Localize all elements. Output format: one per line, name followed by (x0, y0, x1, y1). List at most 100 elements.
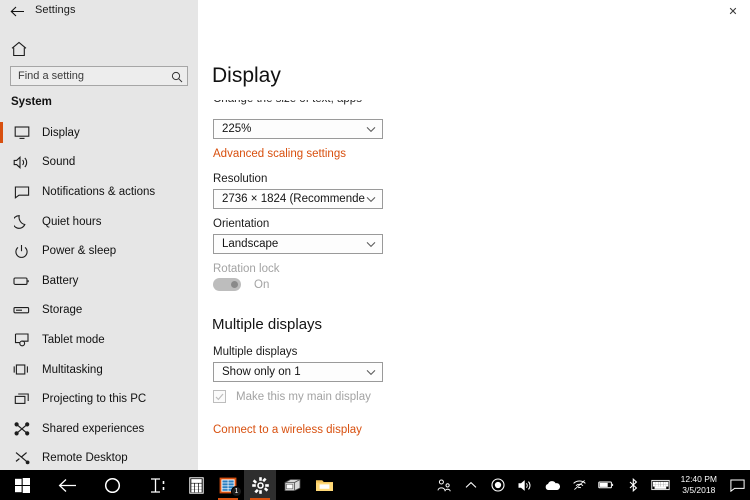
start-button[interactable] (0, 470, 45, 500)
power-icon (12, 242, 31, 261)
selection-accent-bar (0, 388, 3, 409)
selection-accent-bar (0, 448, 3, 469)
rotation-lock-toggle[interactable] (213, 278, 241, 291)
taskbar-app-file-explorer[interactable] (308, 470, 340, 500)
selection-accent-bar (0, 329, 3, 350)
selection-accent-bar (0, 270, 3, 291)
sidebar-item-label: Sound (42, 156, 76, 169)
close-icon[interactable]: ✕ (720, 1, 746, 21)
sidebar-item-projecting-to-this-pc[interactable]: Projecting to this PC (0, 384, 198, 414)
sidebar-item-multitasking[interactable]: Multitasking (0, 355, 198, 385)
search-input[interactable] (10, 66, 188, 86)
taskbar-app-badge: 1 (231, 486, 242, 497)
multiple-displays-heading: Multiple displays (212, 316, 323, 333)
selection-accent-bar (0, 300, 3, 321)
settings-window: Settings ✕ System (0, 0, 750, 470)
sidebar-item-label: Power & sleep (42, 245, 117, 258)
sidebar-item-sound[interactable]: Sound (0, 148, 198, 178)
scale-dropdown[interactable]: 225% (213, 119, 383, 139)
scale-label-text: Change the size of text, apps (213, 100, 383, 105)
search-box[interactable] (10, 66, 188, 86)
resolution-label: Resolution (213, 173, 268, 185)
remote-desktop-icon (12, 449, 31, 468)
main-display-checkbox[interactable] (213, 390, 226, 403)
home-icon[interactable] (9, 39, 29, 59)
task-view-icon[interactable] (135, 470, 180, 500)
toggle-knob (231, 281, 238, 288)
selection-accent-bar (0, 211, 3, 232)
system-tray: 12:40 PM 3/5/2018 (431, 470, 750, 500)
people-icon[interactable] (431, 470, 458, 500)
sidebar-item-label: Shared experiences (42, 422, 145, 435)
taskbar-back-button[interactable] (45, 470, 90, 500)
sidebar-item-label: Remote Desktop (42, 452, 128, 465)
main-display-checkbox-label: Make this my main display (236, 390, 371, 403)
tablet-icon (12, 330, 31, 349)
monitor-icon (12, 123, 31, 142)
multiple-displays-value: Show only on 1 (222, 366, 301, 378)
screen: Settings ✕ System (0, 0, 750, 500)
window-title: Settings (35, 4, 76, 16)
action-center-icon[interactable] (724, 470, 750, 500)
search-icon (171, 70, 183, 83)
content-pane: Display Change the size of text, apps 22… (198, 22, 750, 470)
selection-accent-bar (0, 181, 3, 202)
main-display-checkbox-row[interactable]: Make this my main display (213, 390, 371, 403)
back-button[interactable] (6, 2, 28, 20)
sidebar: System Display (0, 22, 198, 470)
battery-icon[interactable] (593, 470, 620, 500)
sidebar-group-title: System (11, 96, 52, 108)
sidebar-item-label: Battery (42, 274, 79, 287)
sidebar-item-storage[interactable]: Storage (0, 296, 198, 326)
record-icon[interactable] (485, 470, 512, 500)
rotation-lock-toggle-row: On (213, 278, 269, 291)
chevron-down-icon (365, 367, 376, 378)
keyboard-icon[interactable] (647, 470, 674, 500)
multiple-displays-label: Multiple displays (213, 346, 298, 358)
rotation-lock-state: On (254, 278, 270, 291)
advanced-scaling-settings-link[interactable]: Advanced scaling settings (213, 148, 346, 160)
rotation-lock-label: Rotation lock (213, 263, 280, 275)
resolution-value: 2736 × 1824 (Recommended) (222, 193, 365, 205)
chevron-down-icon (365, 124, 376, 135)
sidebar-nav: Display Sound Notifications & actions Qu… (0, 118, 198, 473)
sidebar-item-label: Storage (42, 304, 83, 317)
sidebar-item-power-sleep[interactable]: Power & sleep (0, 236, 198, 266)
multiple-displays-dropdown[interactable]: Show only on 1 (213, 362, 383, 382)
cortana-circle-icon[interactable] (90, 470, 135, 500)
sidebar-item-battery[interactable]: Battery (0, 266, 198, 296)
wifi-icon[interactable] (566, 470, 593, 500)
connect-wireless-display-link[interactable]: Connect to a wireless display (213, 424, 362, 436)
taskbar-app-excel[interactable]: 1 (212, 470, 244, 500)
sidebar-item-notifications-actions[interactable]: Notifications & actions (0, 177, 198, 207)
selection-accent-bar (0, 418, 3, 439)
window-titlebar: Settings ✕ (0, 0, 750, 22)
taskbar-app-scanner[interactable] (276, 470, 308, 500)
bluetooth-icon[interactable] (620, 470, 647, 500)
resolution-dropdown[interactable]: 2736 × 1824 (Recommended) (213, 189, 383, 209)
moon-icon (12, 212, 31, 231)
clock-date: 3/5/2018 (682, 485, 716, 495)
storage-icon (12, 301, 31, 320)
sidebar-item-display[interactable]: Display (0, 118, 198, 148)
scale-label-clipped: Change the size of text, apps (213, 100, 383, 108)
chevron-down-icon (365, 194, 376, 205)
speaker-icon (12, 153, 31, 172)
taskbar-app-calculator[interactable] (180, 470, 212, 500)
taskbar-clock[interactable]: 12:40 PM 3/5/2018 (674, 470, 724, 500)
page-title: Display (212, 64, 281, 87)
scale-value: 225% (222, 123, 252, 135)
project-icon (12, 390, 31, 409)
taskbar-app-settings[interactable] (244, 470, 276, 500)
show-hidden-icons-chevron[interactable] (458, 470, 485, 500)
sidebar-item-tablet-mode[interactable]: Tablet mode (0, 325, 198, 355)
sidebar-item-quiet-hours[interactable]: Quiet hours (0, 207, 198, 237)
selection-accent-bar (0, 359, 3, 380)
onedrive-cloud-icon[interactable] (539, 470, 566, 500)
sidebar-item-remote-desktop[interactable]: Remote Desktop (0, 444, 198, 474)
volume-icon[interactable] (512, 470, 539, 500)
orientation-dropdown[interactable]: Landscape (213, 234, 383, 254)
sidebar-item-shared-experiences[interactable]: Shared experiences (0, 414, 198, 444)
chevron-down-icon (365, 239, 376, 250)
selection-accent-bar (0, 240, 3, 261)
